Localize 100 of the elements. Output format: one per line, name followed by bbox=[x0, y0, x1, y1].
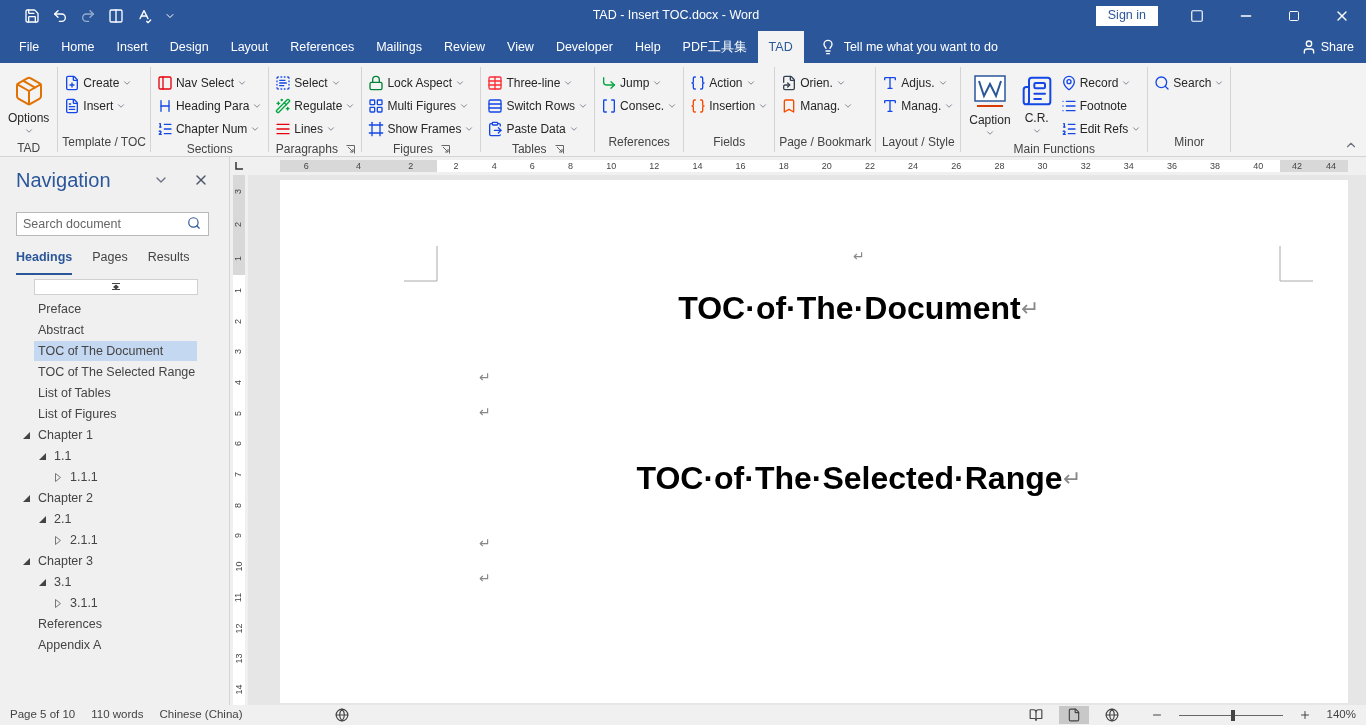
ribbon-button[interactable]: Nav Select bbox=[154, 71, 265, 94]
ribbon-button[interactable]: Search bbox=[1152, 71, 1227, 94]
ribbon-button[interactable]: Show Frames bbox=[366, 117, 477, 140]
ribbon-large-button[interactable]: C.R. bbox=[1016, 71, 1057, 139]
ribbon-button[interactable]: Multi Figures bbox=[366, 94, 477, 117]
share-button[interactable]: Share bbox=[1300, 31, 1366, 63]
heading-item[interactable]: List of Figures bbox=[34, 404, 121, 425]
expanded-triangle-icon[interactable] bbox=[22, 557, 30, 565]
menu-tab[interactable]: Insert bbox=[105, 31, 159, 63]
heading-item[interactable]: 3.1.1 bbox=[66, 593, 102, 614]
heading-item[interactable]: Abstract bbox=[34, 320, 88, 341]
menu-tab[interactable]: File bbox=[8, 31, 51, 63]
menu-tab[interactable]: TAD bbox=[757, 31, 804, 63]
columns-icon[interactable] bbox=[108, 7, 124, 24]
ribbon-button[interactable]: Jump bbox=[599, 71, 680, 94]
dialog-launcher-icon[interactable] bbox=[345, 144, 355, 154]
heading-item[interactable]: References bbox=[34, 614, 106, 635]
menu-tab[interactable]: Developer bbox=[544, 31, 624, 63]
menu-tab[interactable]: View bbox=[496, 31, 545, 63]
dialog-launcher-icon[interactable] bbox=[554, 144, 564, 154]
heading-item[interactable]: 3.1 bbox=[50, 572, 76, 593]
ribbon-large-button[interactable]: Options bbox=[4, 71, 54, 139]
heading-item[interactable]: 2.1.1 bbox=[66, 530, 102, 551]
restore-icon[interactable] bbox=[1288, 9, 1300, 22]
expanded-triangle-icon[interactable] bbox=[38, 515, 46, 523]
heading-item[interactable]: 1.1.1 bbox=[66, 467, 102, 488]
heading-item[interactable]: TOC of The Document bbox=[34, 341, 197, 362]
collapsed-triangle-icon[interactable] bbox=[55, 598, 61, 608]
document-icon bbox=[64, 97, 81, 114]
heading-item[interactable]: List of Tables bbox=[34, 383, 115, 404]
ruler-number: 2 bbox=[234, 318, 244, 324]
ribbon-button[interactable]: Footnote bbox=[1058, 94, 1144, 117]
menu-tab[interactable]: Review bbox=[433, 31, 496, 63]
text-icon[interactable] bbox=[136, 7, 152, 24]
ribbon-button[interactable]: Switch Rows bbox=[485, 94, 591, 117]
read-mode-icon[interactable] bbox=[1028, 708, 1043, 722]
heading-item[interactable]: Preface bbox=[34, 299, 86, 320]
expanded-triangle-icon[interactable] bbox=[38, 578, 46, 586]
menu-tab[interactable]: Layout bbox=[219, 31, 280, 63]
ribbon-button[interactable]: Heading Para bbox=[154, 94, 265, 117]
zoom-in-icon[interactable] bbox=[1298, 709, 1311, 721]
heading-item[interactable]: 1.1 bbox=[50, 446, 76, 467]
rows-icon bbox=[487, 97, 504, 114]
pane-tab[interactable]: Results bbox=[147, 248, 190, 275]
sign-in-button[interactable]: Sign in bbox=[1095, 5, 1158, 26]
ribbon-button[interactable]: Adjus. bbox=[880, 71, 957, 94]
ribbon-button[interactable]: Select bbox=[273, 71, 358, 94]
pane-tab[interactable]: Pages bbox=[92, 248, 128, 275]
collapsed-triangle-icon[interactable] bbox=[55, 472, 61, 482]
heading-item[interactable]: TOC of The Selected Range bbox=[34, 362, 200, 383]
ribbon-button[interactable]: Chapter Num bbox=[154, 117, 265, 140]
save-icon[interactable] bbox=[24, 7, 40, 24]
menu-tab[interactable]: Home bbox=[50, 31, 106, 63]
ribbon-button[interactable]: Lines bbox=[273, 117, 358, 140]
ribbon-button[interactable]: Consec. bbox=[599, 94, 680, 117]
heading-item[interactable]: Chapter 3 bbox=[34, 551, 97, 572]
ribbon-button[interactable]: Manag. bbox=[880, 94, 957, 117]
collapse-all-icon[interactable] bbox=[112, 283, 120, 291]
ribbon-button[interactable]: Orien. bbox=[779, 71, 856, 94]
menu-tab[interactable]: Mailings bbox=[365, 31, 433, 63]
ribbon-button[interactable]: Lock Aspect bbox=[366, 71, 477, 94]
paragraph-mark: ↵ bbox=[852, 247, 865, 266]
tab-stop-icon[interactable] bbox=[235, 162, 243, 170]
menu-tab[interactable]: References bbox=[279, 31, 366, 63]
page-count[interactable]: Page 5 of 10 bbox=[10, 706, 76, 724]
ribbon-button[interactable]: Insertion bbox=[688, 94, 771, 117]
ribbon-button[interactable]: Action bbox=[688, 71, 771, 94]
menu-tab[interactable]: Help bbox=[623, 31, 672, 63]
print-layout-icon[interactable] bbox=[1066, 708, 1081, 722]
zoom-slider-thumb[interactable] bbox=[1230, 709, 1235, 721]
expanded-triangle-icon[interactable] bbox=[22, 494, 30, 502]
ribbon-display-icon[interactable] bbox=[1190, 8, 1204, 23]
collapsed-triangle-icon[interactable] bbox=[55, 535, 61, 545]
search-icon[interactable] bbox=[187, 216, 201, 230]
ribbon-button[interactable]: Create bbox=[62, 71, 135, 94]
heading-item[interactable]: Chapter 2 bbox=[34, 488, 97, 509]
expanded-triangle-icon[interactable] bbox=[22, 431, 30, 439]
tell-me-field[interactable]: Tell me what you want to do bbox=[843, 37, 998, 57]
language-status[interactable]: Chinese (China) bbox=[159, 706, 243, 724]
ribbon-button[interactable]: Insert bbox=[62, 94, 135, 117]
ribbon-button[interactable]: Three-line bbox=[485, 71, 591, 94]
menu-tab[interactable]: PDF工具集 bbox=[671, 31, 758, 63]
ribbon-button[interactable]: Edit Refs bbox=[1058, 117, 1144, 140]
ribbon-button[interactable]: Paste Data bbox=[485, 117, 591, 140]
heading-item[interactable]: Appendix A bbox=[34, 635, 106, 656]
expanded-triangle-icon[interactable] bbox=[38, 452, 46, 460]
dialog-launcher-icon[interactable] bbox=[440, 144, 450, 154]
undo-icon[interactable] bbox=[52, 7, 68, 24]
zoom-percentage[interactable]: 140% bbox=[1326, 706, 1356, 724]
ribbon-button[interactable]: Regulate bbox=[273, 94, 358, 117]
pane-tab[interactable]: Headings bbox=[16, 248, 73, 275]
ribbon-button[interactable]: Manag. bbox=[779, 94, 856, 117]
web-layout-icon[interactable] bbox=[1104, 708, 1119, 722]
ribbon-button[interactable]: Record bbox=[1058, 71, 1144, 94]
heading-item[interactable]: Chapter 1 bbox=[34, 425, 97, 446]
word-count[interactable]: 110 words bbox=[91, 706, 144, 724]
heading-item[interactable]: 2.1 bbox=[50, 509, 76, 530]
ribbon-large-button[interactable]: Caption bbox=[965, 71, 1015, 139]
menu-tab[interactable]: Design bbox=[158, 31, 220, 63]
search-field[interactable]: Search document bbox=[16, 212, 209, 236]
